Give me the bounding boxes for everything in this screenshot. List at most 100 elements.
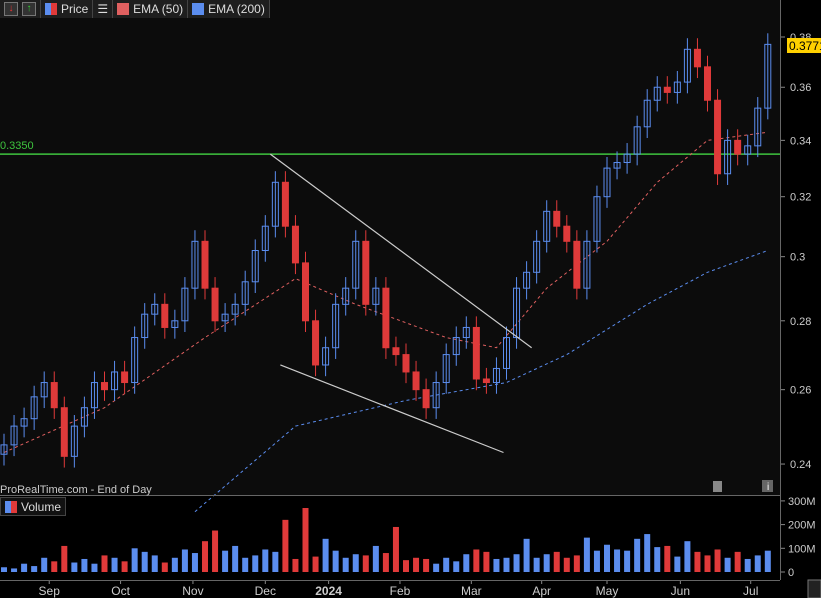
candle-body [291,225,299,264]
price-tick-label: 0.3 [790,252,805,264]
volume-bar [473,549,480,572]
time-tick-label: Dec [255,584,276,598]
volume-bar [272,551,279,572]
volume-bar [151,555,158,572]
price-chart[interactable]: 0.33500.240.260.280.30.320.340.360.38010… [0,0,821,598]
price-tick-label: 0.28 [790,316,811,328]
volume-bar [624,550,631,572]
price-tick-label: 0.26 [790,385,811,397]
candle-body [734,139,742,155]
candle-body [663,86,671,93]
volume-bar [523,538,530,572]
candle-body [60,407,68,457]
candle-body [101,382,108,391]
add-icon[interactable]: ↑ [22,2,36,16]
volume-bar [644,534,651,572]
volume-tick-label: 100M [788,543,816,555]
volume-bar [413,557,420,572]
volume-bar [262,549,269,572]
volume-bar [403,560,409,572]
time-tick-label: Mar [461,584,482,598]
price-tick-label: 0.36 [790,82,811,94]
last-price-label: 0.3771 [789,39,821,53]
volume-bar [453,561,460,572]
price-panel-bg [0,0,780,495]
time-tick-label: Sep [39,584,61,598]
volume-bar [573,555,580,572]
volume-bar [664,545,671,572]
volume-bar [202,541,208,572]
volume-bar [161,562,168,572]
time-tick-label: Oct [111,584,130,598]
volume-bar [101,555,108,572]
volume-bar [31,566,38,572]
volume-bar [171,557,178,572]
candle-body [392,347,400,356]
scroll-icon[interactable] [807,579,821,598]
volume-bar [493,558,500,572]
candle-body [201,240,209,289]
volume-bar [744,558,751,572]
watermark: ProRealTime.com - End of Day [0,484,152,496]
legend-price-label: Price [61,2,89,16]
volume-tick-label: 200M [788,520,816,532]
volume-bar [181,549,188,572]
volume-bar [212,530,219,572]
candle-body [362,240,370,305]
info-icon-glyph: i [767,482,769,493]
volume-label: Volume [21,499,62,514]
candle-body [312,320,320,366]
level-label: 0.3350 [0,140,34,152]
candle-body [472,326,480,380]
volume-bar [714,549,721,572]
volume-bar [121,561,128,572]
volume-bar [463,554,470,572]
volume-bar [513,554,520,572]
volume-bar [533,557,540,572]
volume-bar [141,551,148,572]
volume-bar [382,553,389,572]
candle-body [573,240,581,289]
volume-bar [604,544,610,572]
legend-ema50-label: EMA (50) [133,2,184,16]
time-tick-label: Jun [671,584,690,598]
volume-bar [654,547,661,572]
time-tick-label: Jul [743,584,758,598]
candle-body [412,371,420,391]
remove-icon[interactable]: ↓ [4,2,18,16]
calendar-icon[interactable] [713,481,722,492]
candle-body [211,287,219,322]
volume-tick-label: 0 [788,567,794,579]
candle-body [382,287,390,349]
volume-bar [694,551,701,572]
time-tick-label: 2024 [315,584,342,598]
time-tick-label: May [596,584,619,598]
volume-bar [614,549,621,572]
candle-body [704,66,711,101]
volume-legend: Volume [0,497,67,516]
legend-ema50[interactable]: EMA (50) [113,0,189,18]
toolbar-icons: ↓ ↑ [0,0,41,18]
candle-body [281,181,289,227]
volume-bar [423,558,430,572]
candle-body [121,371,129,384]
price-swatch [45,3,57,15]
volume-bar [322,538,329,572]
volume-bar [242,557,249,572]
volume-bar [222,550,229,572]
volume-bar [674,556,681,572]
volume-bar [111,557,118,572]
list-icon[interactable]: ☰ [93,0,114,18]
legend-ema200-label: EMA (200) [208,2,265,16]
volume-bar [372,545,379,572]
legend-price[interactable]: Price [41,0,94,18]
volume-bar [593,550,600,572]
volume-bar [71,562,78,572]
candle-body [161,303,169,328]
volume-bar [503,557,510,572]
volume-tick-label: 300M [788,496,816,508]
volume-bar [342,557,349,572]
volume-bar [754,555,761,572]
legend-ema200[interactable]: EMA (200) [188,0,270,18]
candle-body [714,99,722,175]
